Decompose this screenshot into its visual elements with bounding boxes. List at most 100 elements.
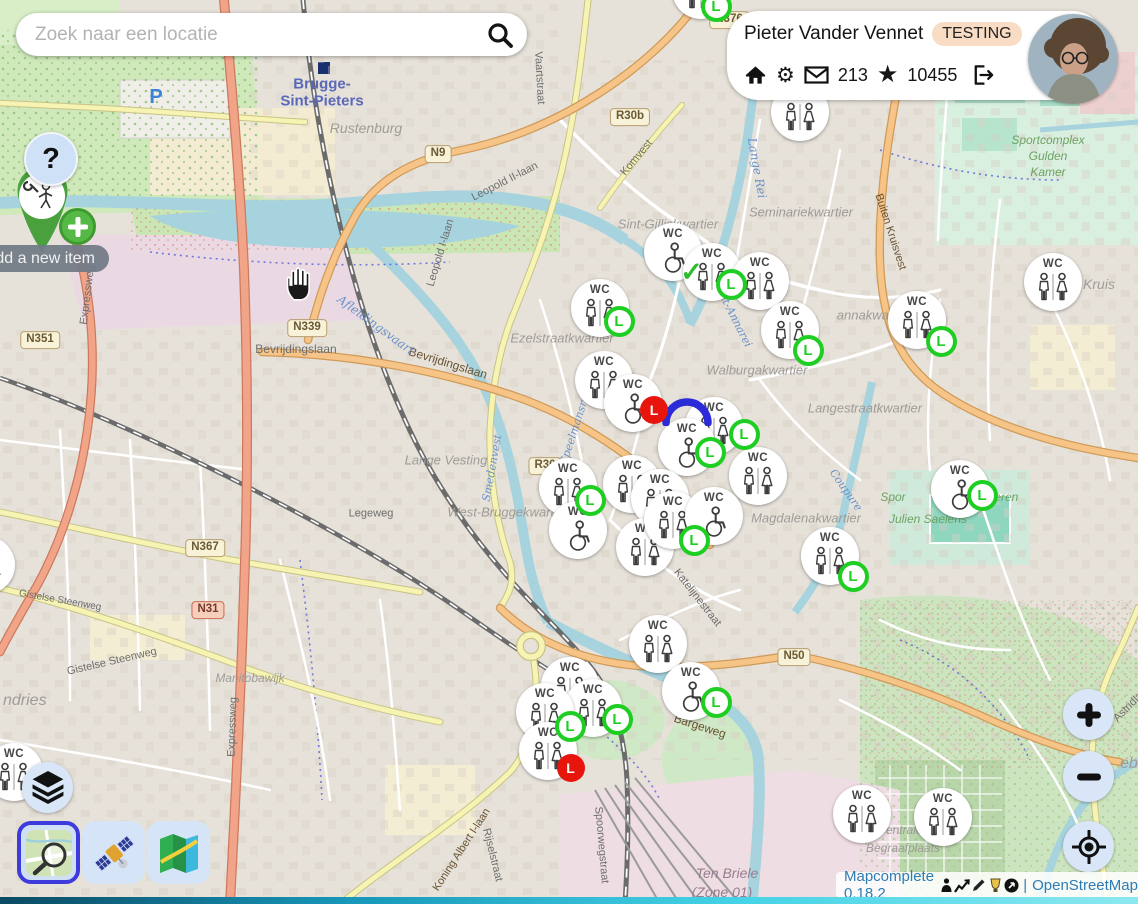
basemap-satellite-button[interactable] [82, 821, 145, 884]
road-ref-badge: N50 [777, 648, 810, 666]
layers-icon [31, 770, 65, 805]
map-label: Rustenburg [330, 121, 402, 135]
opening-hours-badge: L [967, 480, 998, 511]
map-label: Langestraatkwartier [808, 402, 922, 415]
road-ref-badge: N367 [185, 539, 225, 557]
search-input[interactable] [33, 23, 485, 47]
plus-icon [68, 217, 88, 237]
map-label: Lange Vesting [405, 454, 488, 467]
closed-clock-badge: L [640, 396, 668, 424]
map-label: Buiten Kruisvest [872, 193, 907, 272]
map-annotations: Brugge-Sint-PietersRustenburgVaartstraat… [0, 0, 1138, 904]
logout-icon[interactable] [970, 63, 995, 87]
pencil-icon[interactable] [971, 877, 987, 893]
edits-chart-icon[interactable] [954, 878, 970, 893]
map-label: Sint-Pieters [280, 94, 363, 109]
map-label: Rijselstraat [480, 827, 504, 882]
map-label: Lange Rei [746, 137, 768, 200]
map-label: Bevrijdingslaan [255, 343, 336, 355]
layers-button[interactable] [22, 762, 73, 813]
stars-count[interactable]: 10455 [907, 65, 957, 86]
toilet-marker[interactable]: WCL [571, 279, 629, 337]
toilet-marker[interactable]: WCL [931, 460, 989, 518]
map-label: Legeweg [349, 509, 394, 520]
user-stats-icon[interactable] [940, 878, 953, 893]
attribution-bar: Mapcomplete 0.18.2 | OpenStreet [836, 872, 1138, 898]
minus-icon [1075, 763, 1103, 791]
road-ref-badge: N31 [191, 601, 224, 619]
opening-hours-badge: L [926, 326, 957, 357]
add-item-tooltip: re to add a new item [0, 245, 109, 272]
add-new-item-button[interactable] [59, 208, 96, 245]
folded-map-icon [156, 830, 202, 876]
toilet-marker[interactable]: WCL [801, 527, 859, 585]
attribution-icons [940, 877, 1019, 893]
road-ref-badge: N339 [287, 319, 327, 337]
map-label: P [149, 87, 162, 107]
home-icon[interactable] [744, 64, 767, 86]
basemap-mapstyle-button[interactable] [147, 821, 210, 884]
geolocate-button[interactable] [1063, 821, 1114, 872]
map-label: Begraafplaats [866, 842, 940, 854]
opening-hours-badge: L [729, 419, 760, 450]
star-icon: ★ [877, 63, 899, 87]
road-ref-badge: R30b [610, 108, 650, 126]
toilet-marker[interactable]: WC [833, 785, 891, 843]
map-label: Gistelse Steenweg [18, 589, 102, 613]
map-label: Walburgakwartier [707, 364, 808, 377]
messages-count[interactable]: 213 [838, 65, 868, 86]
plus-icon [1075, 701, 1103, 729]
help-button[interactable]: ? [24, 132, 78, 186]
opening-hours-badge: L [575, 485, 606, 516]
toilet-marker[interactable]: WCL [662, 662, 720, 720]
map-label: Expressweg [79, 265, 97, 326]
map-label: Spor [880, 491, 905, 503]
map-label: Leopold II-laan [470, 161, 540, 204]
help-label: ? [42, 143, 60, 176]
search-icon[interactable] [485, 20, 515, 50]
map-label: Astridlaan [1112, 682, 1138, 724]
attribution-separator: | [1023, 877, 1027, 894]
opening-hours-badge: L [602, 704, 633, 735]
map-label: Bevrijdingslaan [407, 345, 488, 380]
avatar[interactable] [1028, 14, 1118, 104]
road-ref-badge: N351 [20, 331, 60, 349]
toilet-marker[interactable]: WC [1024, 253, 1082, 311]
toilet-marker[interactable]: WC [914, 788, 972, 846]
map-label: Kruis [1083, 277, 1115, 291]
basemap-osm-button[interactable] [17, 821, 80, 884]
crosshair-icon [1072, 830, 1106, 864]
osm-attribution-link[interactable]: OpenStreetMap [1032, 877, 1138, 894]
map-label: Magdalenakwartier [751, 512, 861, 525]
zoom-out-button[interactable] [1063, 751, 1114, 802]
satellite-icon [91, 830, 137, 876]
opening-hours-badge: L [701, 687, 732, 718]
opening-hours-badge: L [716, 269, 747, 300]
zoom-in-button[interactable] [1063, 689, 1114, 740]
map-label: Koning Albert I-laan [431, 807, 493, 894]
closed-clock-badge: L [557, 754, 585, 782]
toilet-marker[interactable]: WCL [672, 0, 730, 19]
bottom-theme-bar [0, 897, 1138, 904]
mail-icon[interactable] [804, 66, 829, 84]
map-label: Seminariekwartier [749, 206, 853, 219]
map-label: Sportcomplex [1011, 134, 1084, 146]
verified-badge: ✓ [677, 258, 707, 288]
opening-hours-badge: L [555, 711, 586, 742]
toilet-marker[interactable]: WCL [761, 301, 819, 359]
map-label: Expressweg [226, 697, 239, 757]
award-icon[interactable] [988, 878, 1003, 893]
mapcomplete-app: Brugge-Sint-PietersRustenburgVaartstraat… [0, 0, 1138, 904]
map-label: Gistelse Steenweg [66, 646, 158, 677]
opening-hours-badge: L [793, 335, 824, 366]
gear-icon[interactable]: ⚙ [776, 65, 795, 86]
map-label: Smedenvest [481, 434, 504, 503]
testing-badge: TESTING [932, 22, 1021, 46]
toilet-marker[interactable]: WCL [888, 291, 946, 349]
toilet-marker[interactable]: WC [0, 536, 15, 594]
north-arrow-icon[interactable] [1004, 878, 1019, 893]
search-bar [16, 13, 527, 56]
tooltip-text: re to add a new item [0, 250, 95, 268]
map-label: Coupure [828, 467, 865, 513]
hand-cursor-icon [279, 264, 315, 309]
